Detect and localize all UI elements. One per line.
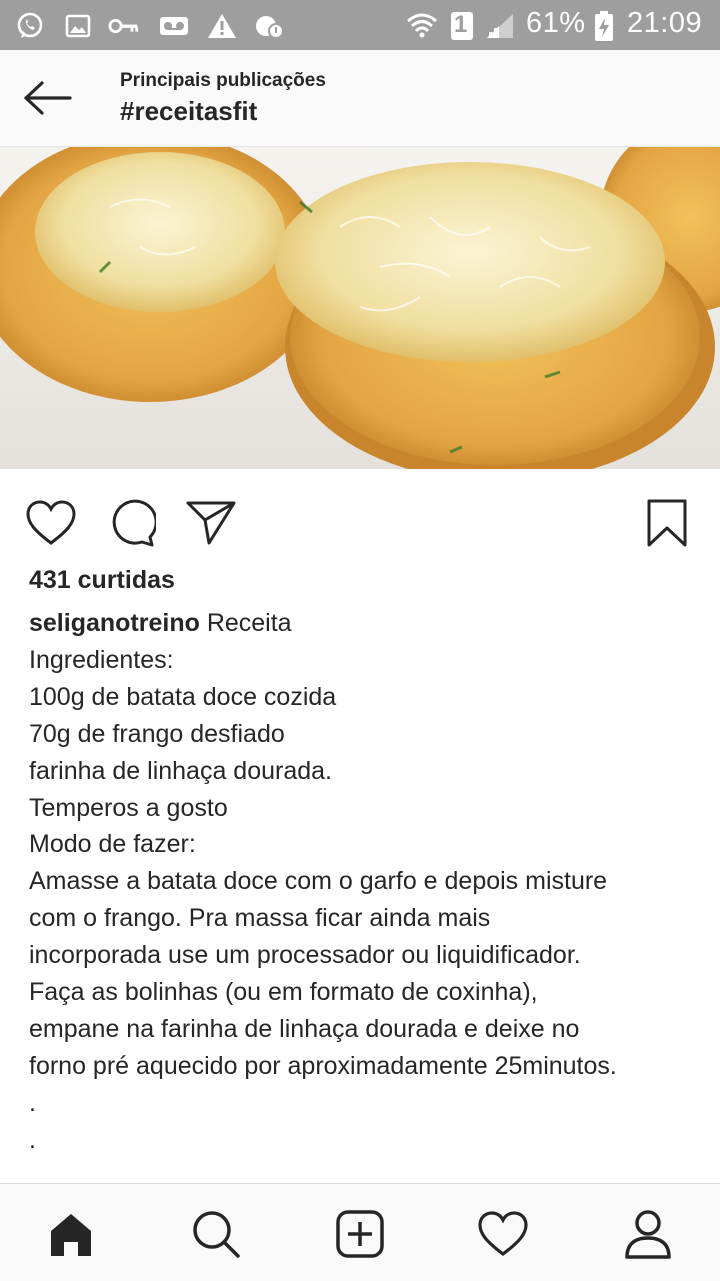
caption-line: . (29, 1125, 36, 1154)
signal-icon (484, 10, 516, 42)
comment-button[interactable] (104, 496, 158, 550)
home-icon (51, 1214, 91, 1256)
nav-home[interactable] (43, 1206, 99, 1262)
caption-line: Amasse a batata doce com o garfo e depoi… (29, 867, 608, 896)
key-icon (108, 10, 140, 42)
back-button[interactable] (18, 76, 78, 120)
send-icon (186, 501, 236, 545)
clock: 21:09 (627, 7, 703, 39)
weather-icon (254, 10, 286, 42)
caption-line: Faça as bolinhas (ou em formato de coxin… (29, 978, 538, 1007)
nav-new-post[interactable] (332, 1206, 388, 1262)
battery-charging-icon (588, 10, 620, 42)
caption-line: 70g de frango desfiado (29, 719, 285, 748)
post-actions (0, 470, 720, 570)
caption-line: incorporada use um processador ou liquid… (29, 941, 581, 970)
search-icon (193, 1211, 240, 1258)
caption-line: Temperos a gosto (29, 793, 228, 822)
back-arrow-icon (24, 81, 72, 115)
share-button[interactable] (184, 496, 238, 550)
caption-line: Modo de fazer: (29, 830, 196, 859)
voicemail-icon (158, 10, 190, 42)
caption-line: empane na farinha de linhaça dourada e d… (29, 1014, 580, 1043)
activity-heart-icon (478, 1211, 528, 1257)
nav-search[interactable] (188, 1206, 244, 1262)
comment-icon (112, 499, 156, 547)
heart-icon (26, 500, 76, 545)
battery-percentage: 61% (526, 7, 586, 39)
add-post-icon (336, 1210, 384, 1258)
image-icon (62, 10, 94, 42)
post-caption: seliganotreino Receita Ingredientes: 100… (29, 605, 701, 1159)
caption-first-text: Receita (199, 609, 292, 637)
status-bar: 1 61% 21:09 (0, 0, 720, 50)
post-username[interactable]: seliganotreino (29, 609, 200, 637)
nav-activity[interactable] (475, 1206, 531, 1262)
sim-slot-number: 1 (454, 11, 468, 38)
like-button[interactable] (24, 496, 78, 550)
save-button[interactable] (640, 496, 694, 550)
caption-first-line: seliganotreino Receita (29, 605, 701, 642)
caption-line: . (29, 1088, 36, 1117)
nav-profile[interactable] (620, 1206, 676, 1262)
app-header: Principais publicações #receitasfit (0, 50, 720, 147)
caption-line: Ingredientes: (29, 645, 174, 674)
post-image[interactable] (0, 147, 720, 469)
caption-line: farinha de linhaça dourada. (29, 756, 333, 785)
caption-line: forno pré aquecido por aproximadamente 2… (29, 1051, 617, 1080)
header-subtitle: Principais publicações (120, 70, 326, 91)
likes-count[interactable]: 431 curtidas (29, 566, 175, 595)
bookmark-icon (647, 499, 687, 547)
profile-icon (625, 1210, 671, 1259)
croquette-photo (0, 147, 720, 469)
whatsapp-icon (14, 10, 46, 42)
hashtag-title: #receitasfit (120, 96, 258, 126)
bottom-navigation (0, 1183, 720, 1281)
caption-line: 100g de batata doce cozida (29, 682, 337, 711)
wifi-icon (406, 10, 438, 42)
caption-line: com o frango. Pra massa ficar ainda mais (29, 904, 491, 933)
warning-icon (206, 10, 238, 42)
